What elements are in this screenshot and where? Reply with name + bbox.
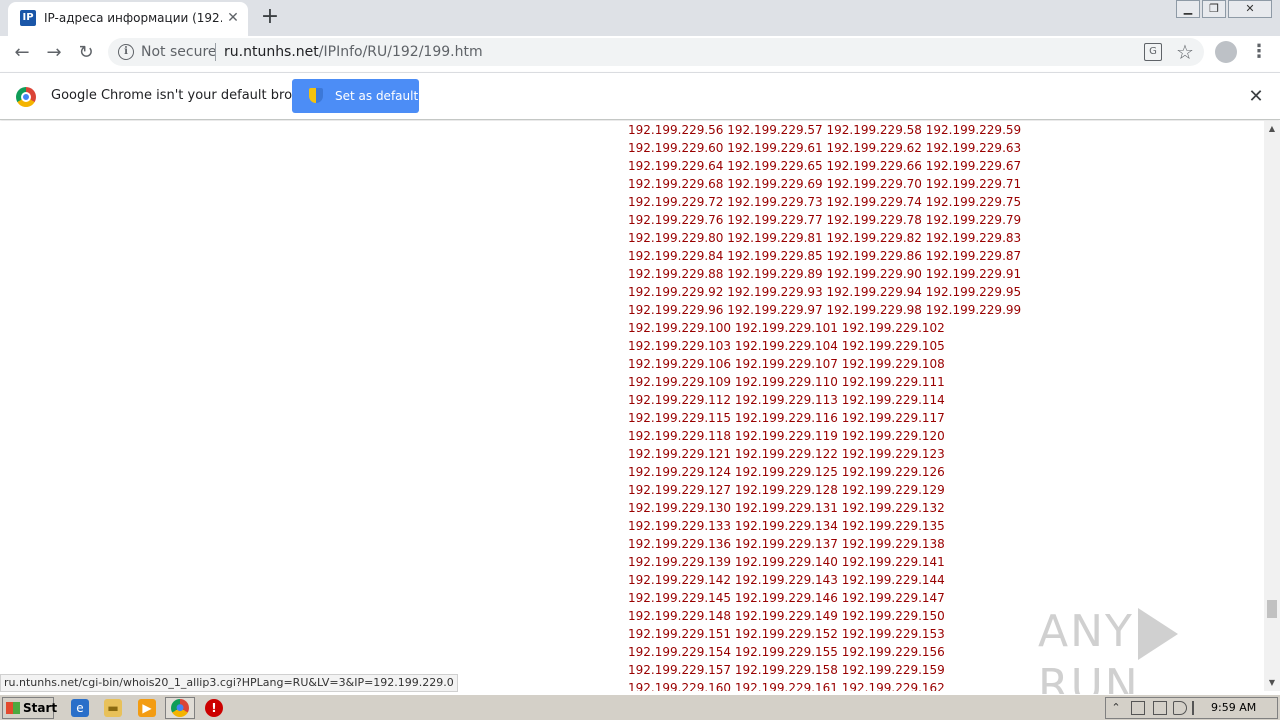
url-path: /IPInfo/RU/192/199.htm (318, 44, 483, 60)
clock[interactable]: 9:59 AM (1211, 701, 1256, 714)
ip-row[interactable]: 192.199.229.80 192.199.229.81 192.199.22… (628, 229, 1021, 247)
windows-taskbar: Start e ▬ ▶ ● ! ⌃ 9:59 AM (0, 694, 1280, 720)
set-as-default-button[interactable]: Set as default (292, 79, 419, 113)
ip-row[interactable]: 192.199.229.133 192.199.229.134 192.199.… (628, 517, 1021, 535)
watermark-left: ANY (1038, 606, 1134, 657)
scroll-up-arrow-icon[interactable]: ▲ (1264, 121, 1280, 137)
tab-title: IP-адреса информации (192.199.0 (44, 11, 222, 25)
flag-icon[interactable] (1192, 701, 1206, 715)
ip-row[interactable]: 192.199.229.148 192.199.229.149 192.199.… (628, 607, 1021, 625)
chrome-icon: ● (171, 699, 189, 717)
ip-row[interactable]: 192.199.229.127 192.199.229.128 192.199.… (628, 481, 1021, 499)
reload-button[interactable]: ↻ (74, 41, 98, 65)
link-status-bubble: ru.ntunhs.net/cgi-bin/whois20_1_allip3.c… (0, 674, 458, 692)
chrome-taskbar-button[interactable]: ● (165, 697, 195, 719)
restore-button[interactable]: ❐ (1202, 0, 1226, 18)
infobar-close-icon[interactable]: ✕ (1246, 87, 1266, 107)
network-icon[interactable] (1131, 701, 1145, 715)
start-button[interactable]: Start (2, 697, 58, 719)
windows-logo-icon (6, 702, 20, 714)
ip-row[interactable]: 192.199.229.136 192.199.229.137 192.199.… (628, 535, 1021, 553)
ip-row[interactable]: 192.199.229.112 192.199.229.113 192.199.… (628, 391, 1021, 409)
ip-row[interactable]: 192.199.229.56 192.199.229.57 192.199.22… (628, 121, 1021, 139)
start-label: Start (23, 701, 58, 715)
url-text[interactable]: ru.ntunhs.net/IPInfo/RU/192/199.htm (224, 44, 483, 60)
ip-row[interactable]: 192.199.229.72 192.199.229.73 192.199.22… (628, 193, 1021, 211)
ip-row[interactable]: 192.199.229.60 192.199.229.61 192.199.22… (628, 139, 1021, 157)
ip-row[interactable]: 192.199.229.115 192.199.229.116 192.199.… (628, 409, 1021, 427)
ip-row[interactable]: 192.199.229.118 192.199.229.119 192.199.… (628, 427, 1021, 445)
url-host: ru.ntunhs.net (224, 44, 319, 60)
stop-icon[interactable]: ! (205, 699, 223, 717)
play-icon (1137, 608, 1178, 660)
back-button[interactable]: ← (10, 41, 34, 65)
security-status[interactable]: Not secure (141, 44, 217, 60)
internet-explorer-icon[interactable]: e (71, 699, 89, 717)
ip-row[interactable]: 192.199.229.130 192.199.229.131 192.199.… (628, 499, 1021, 517)
system-tray: ⌃ 9:59 AM (1105, 697, 1278, 719)
ip-row[interactable]: 192.199.229.64 192.199.229.65 192.199.22… (628, 157, 1021, 175)
ip-row[interactable]: 192.199.229.68 192.199.229.69 192.199.22… (628, 175, 1021, 193)
folder-icon[interactable]: ▬ (104, 699, 122, 717)
ip-row[interactable]: 192.199.229.96 192.199.229.97 192.199.22… (628, 301, 1021, 319)
ip-row[interactable]: 192.199.229.88 192.199.229.89 192.199.22… (628, 265, 1021, 283)
profile-avatar-icon[interactable] (1215, 41, 1237, 63)
ip-row[interactable]: 192.199.229.124 192.199.229.125 192.199.… (628, 463, 1021, 481)
new-tab-button[interactable]: + (258, 4, 282, 30)
set-as-default-label: Set as default (335, 89, 419, 103)
chrome-logo-icon (16, 87, 36, 107)
ip-row[interactable]: 192.199.229.151 192.199.229.152 192.199.… (628, 625, 1021, 643)
ip-row[interactable]: 192.199.229.76 192.199.229.77 192.199.22… (628, 211, 1021, 229)
action-center-icon[interactable] (1153, 701, 1167, 715)
ip-row[interactable]: 192.199.229.160 192.199.229.161 192.199.… (628, 679, 1021, 691)
translate-icon[interactable]: G (1144, 43, 1162, 61)
default-browser-infobar: Google Chrome isn't your default browser… (0, 72, 1280, 120)
browser-toolbar: ← → ↻ i Not secure ru.ntunhs.net/IPInfo/… (0, 36, 1280, 70)
info-icon[interactable]: i (118, 44, 134, 60)
ip-row[interactable]: 192.199.229.145 192.199.229.146 192.199.… (628, 589, 1021, 607)
ip-row[interactable]: 192.199.229.109 192.199.229.110 192.199.… (628, 373, 1021, 391)
browser-title-bar: IP IP-адреса информации (192.199.0 ✕ + ▁… (0, 0, 1280, 36)
tray-expand-icon[interactable]: ⌃ (1109, 701, 1123, 715)
ip-address-list: 192.199.229.56 192.199.229.57 192.199.22… (628, 121, 1021, 691)
address-separator (215, 43, 216, 61)
ip-row[interactable]: 192.199.229.103 192.199.229.104 192.199.… (628, 337, 1021, 355)
ip-row[interactable]: 192.199.229.92 192.199.229.93 192.199.22… (628, 283, 1021, 301)
ip-row[interactable]: 192.199.229.100 192.199.229.101 192.199.… (628, 319, 1021, 337)
window-close-button[interactable]: ✕ (1228, 0, 1272, 18)
browser-tab[interactable]: IP IP-адреса информации (192.199.0 ✕ (8, 2, 248, 36)
forward-button[interactable]: → (42, 41, 66, 65)
minimize-button[interactable]: ▁ (1176, 0, 1200, 18)
ip-row[interactable]: 192.199.229.154 192.199.229.155 192.199.… (628, 643, 1021, 661)
volume-icon[interactable] (1173, 701, 1187, 715)
tab-close-icon[interactable]: ✕ (224, 9, 242, 27)
media-player-icon[interactable]: ▶ (138, 699, 156, 717)
ip-row[interactable]: 192.199.229.139 192.199.229.140 192.199.… (628, 553, 1021, 571)
infobar-message: Google Chrome isn't your default browser (51, 88, 323, 103)
ip-row[interactable]: 192.199.229.121 192.199.229.122 192.199.… (628, 445, 1021, 463)
ip-row[interactable]: 192.199.229.84 192.199.229.85 192.199.22… (628, 247, 1021, 265)
uac-shield-icon (309, 88, 323, 103)
address-bar[interactable]: i Not secure ru.ntunhs.net/IPInfo/RU/192… (108, 38, 1204, 66)
ip-row[interactable]: 192.199.229.106 192.199.229.107 192.199.… (628, 355, 1021, 373)
bookmark-star-icon[interactable]: ☆ (1176, 40, 1194, 64)
site-favicon-icon: IP (20, 10, 36, 26)
chrome-menu-icon[interactable]: ⋮ (1250, 42, 1268, 64)
ip-row[interactable]: 192.199.229.157 192.199.229.158 192.199.… (628, 661, 1021, 679)
ip-row[interactable]: 192.199.229.142 192.199.229.143 192.199.… (628, 571, 1021, 589)
window-controls: ▁ ❐ ✕ (1174, 0, 1272, 18)
